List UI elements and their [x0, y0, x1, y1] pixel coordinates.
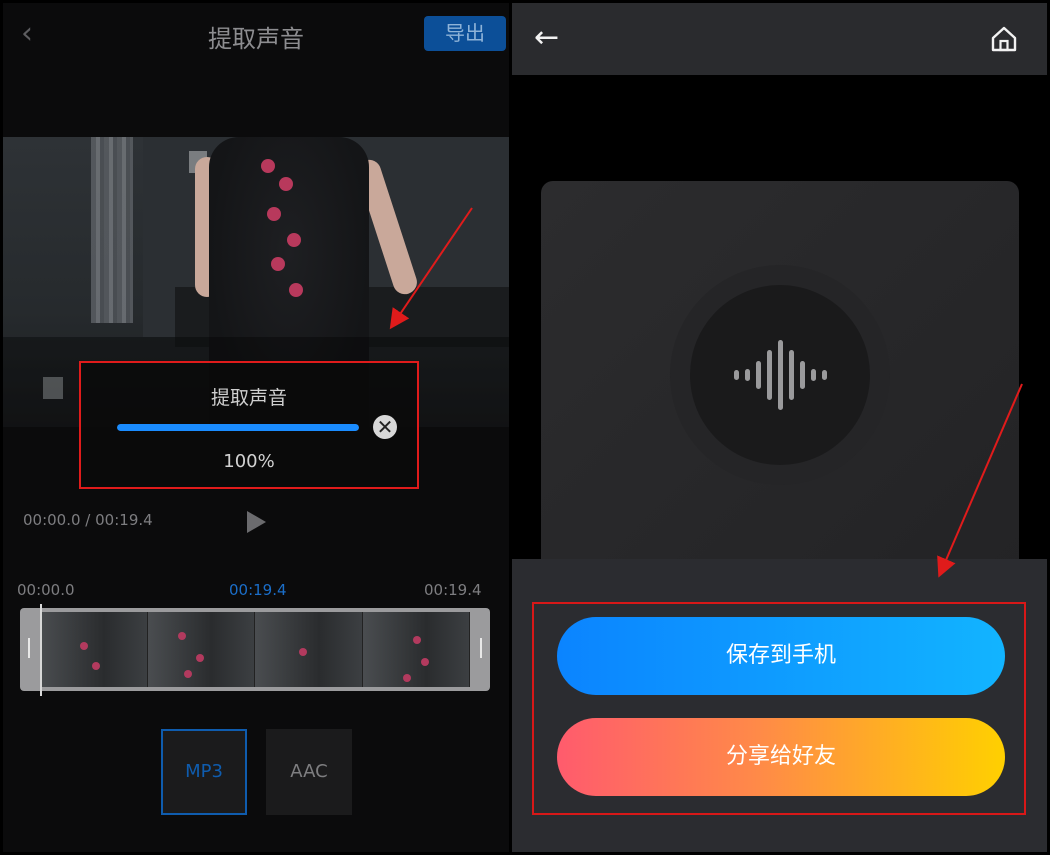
video-flower [279, 177, 293, 191]
sound-wave-bar [755, 361, 761, 389]
timeline-thumbnail [40, 612, 148, 687]
trim-handle-left[interactable] [28, 638, 30, 658]
top-bar: ← [512, 3, 1047, 75]
timeline-thumbnail [147, 612, 255, 687]
progress-fill [117, 424, 359, 431]
sound-wave-bar [744, 369, 750, 381]
audio-preview-card [541, 181, 1019, 581]
timeline-current: 00:19.4 [229, 581, 287, 599]
timeline-thumbnail [362, 612, 470, 687]
arrow-left-icon[interactable]: ← [534, 21, 559, 55]
home-icon[interactable] [990, 25, 1018, 53]
audio-disc [690, 285, 870, 465]
play-icon[interactable] [247, 511, 266, 533]
save-to-phone-button[interactable]: 保存到手机 [557, 617, 1005, 695]
sound-wave-dot [821, 370, 827, 380]
format-mp3-button[interactable]: MP3 [161, 729, 247, 815]
video-flower [289, 283, 303, 297]
progress-bar [117, 424, 359, 431]
timeline-end: 00:19.4 [424, 581, 482, 599]
sound-wave-bar [766, 350, 772, 400]
extract-progress-dialog: 提取声音 ✕ 100% [79, 361, 419, 489]
timeline-thumbnail [255, 612, 363, 687]
video-flower [271, 257, 285, 271]
timeline-strip[interactable] [20, 604, 490, 696]
sound-wave-bar [788, 350, 794, 400]
video-flower [267, 207, 281, 221]
video-flower [287, 233, 301, 247]
audio-ring [670, 265, 890, 485]
video-wall-frame [43, 377, 63, 399]
header: ‹ 提取声音 导出 [3, 3, 509, 73]
timeline-thumbnails [40, 612, 470, 687]
video-flower [261, 159, 275, 173]
timeline-playhead[interactable] [40, 604, 42, 696]
sound-wave-bar [777, 340, 783, 410]
sound-wave-icon [690, 285, 870, 465]
time-display: 00:00.0 / 00:19.4 [23, 511, 153, 529]
export-result-screen: ← 保存到手机 分享给好友 [512, 3, 1047, 852]
action-buttons-highlight: 保存到手机 分享给好友 [532, 602, 1026, 815]
progress-percent: 100% [223, 451, 275, 472]
trim-handle-right[interactable] [480, 638, 482, 658]
share-to-friends-button[interactable]: 分享给好友 [557, 718, 1005, 796]
timeline-start: 00:00.0 [17, 581, 75, 599]
sound-wave-dot [733, 370, 739, 380]
close-circle-icon[interactable]: ✕ [373, 415, 397, 439]
action-sheet: 保存到手机 分享给好友 [512, 559, 1047, 852]
export-button[interactable]: 导出 [424, 16, 506, 51]
dialog-title: 提取声音 [210, 387, 287, 409]
sound-wave-bar [799, 361, 805, 389]
extract-audio-screen: ‹ 提取声音 导出 提取声音 ✕ 100% 00:00.0 / 00:19.4 … [3, 3, 509, 852]
sound-wave-bar [810, 369, 816, 381]
video-curtain [91, 137, 133, 323]
format-aac-button[interactable]: AAC [266, 729, 352, 815]
